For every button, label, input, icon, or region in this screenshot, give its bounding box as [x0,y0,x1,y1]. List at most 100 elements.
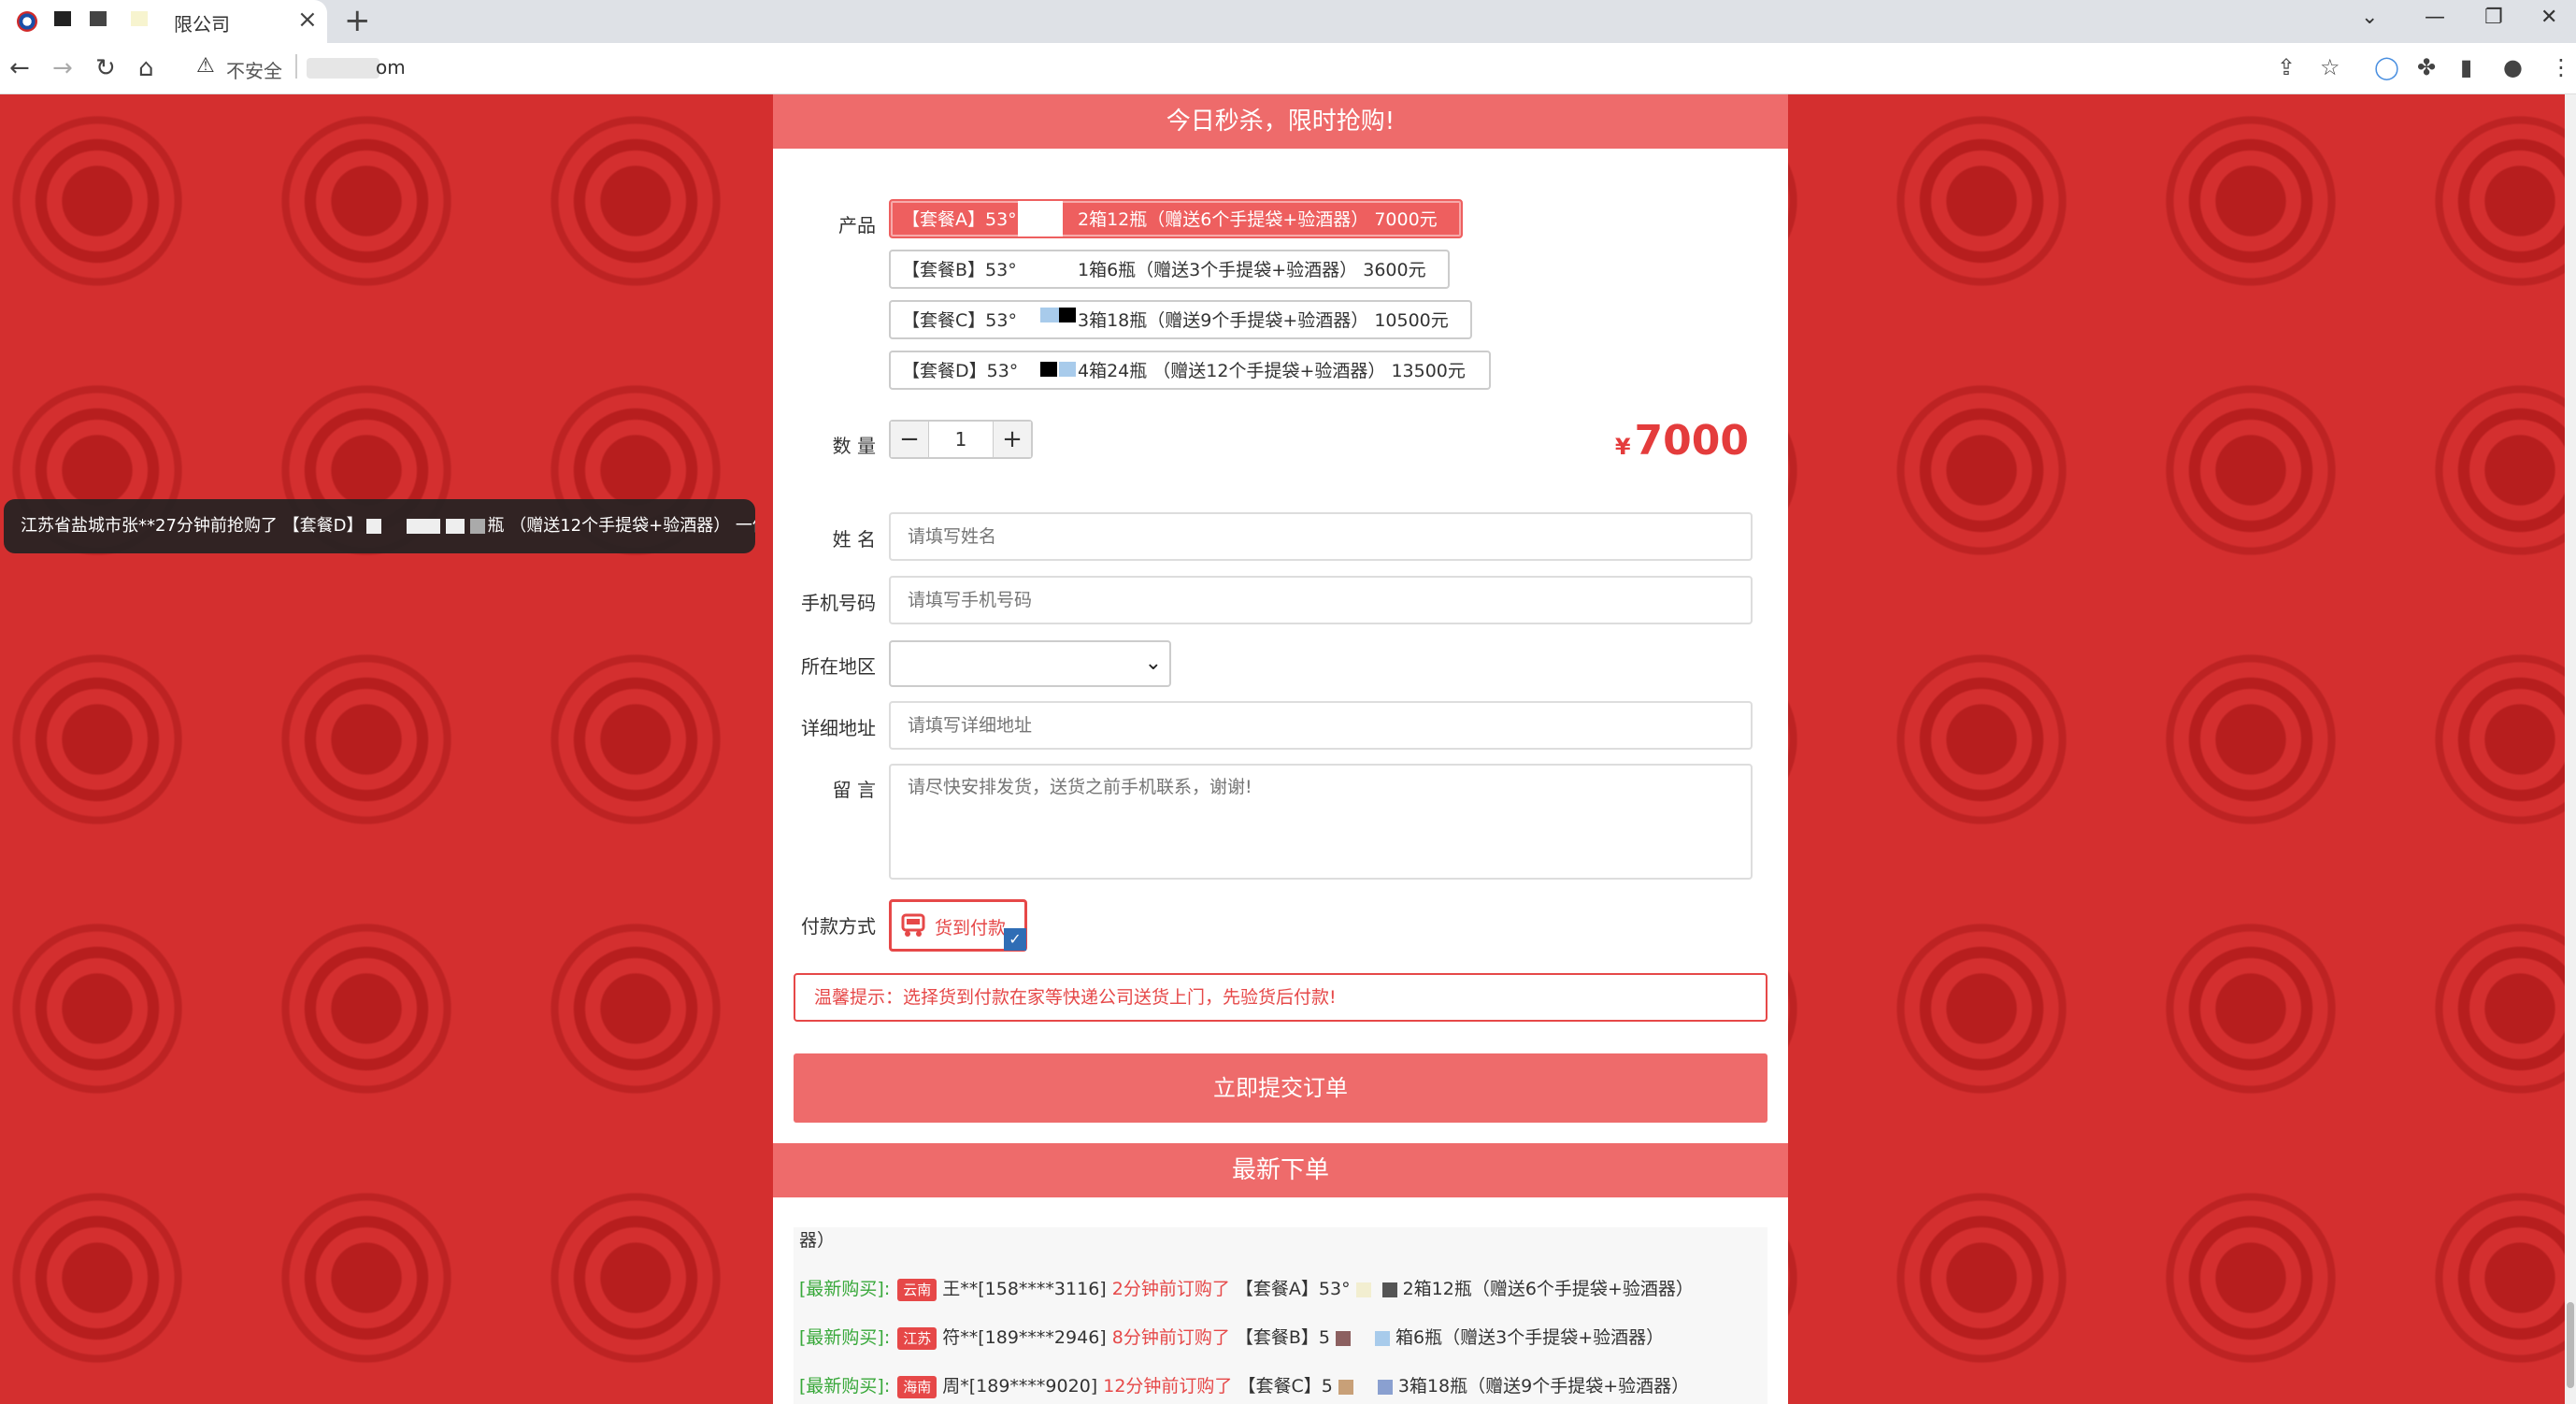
message-label: 留 言 [832,779,876,801]
phone-label: 手机号码 [801,592,876,614]
order-package-tail: 2箱12瓶（赠送6个手提袋+验酒器） [1402,1279,1694,1299]
scrollbar-thumb[interactable] [2567,1302,2574,1388]
quantity-stepper: − 1 + [889,420,1033,459]
menu-kebab-icon[interactable]: ⋮ [2550,54,2572,80]
province-badge: 云南 [897,1279,937,1301]
order-package-head: 【套餐C】5 [1238,1376,1333,1397]
list-item: [最新购买]: 海南 周*[189****9020] 12分钟前订购了 【套餐C】5… [799,1368,1689,1404]
extension-circle-icon[interactable]: ◯ [2374,54,2399,80]
browser-toolbar: ← → ↻ ⌂ ⚠ 不安全 om ⇪ ☆ ◯ ✤ ▮ ● ⋮ [0,43,2576,94]
browser-tab[interactable]: 限公司 × [0,0,327,43]
back-icon[interactable]: ← [9,54,30,82]
minimize-icon[interactable]: — [2425,6,2445,29]
province-badge: 江苏 [897,1327,937,1350]
order-package-tail: 箱6瓶（赠送3个手提袋+验酒器） [1395,1327,1665,1348]
list-item: [最新购买]: 江苏 符**[189****2946] 8分钟前订购了 【套餐B】5… [799,1319,1664,1356]
package-d-tail: 4箱24瓶 （赠送12个手提袋+验酒器） 13500元 [1078,361,1466,381]
redacted-block [365,519,381,534]
tab-close-icon[interactable]: × [297,6,318,34]
chevron-down-icon: ⌄ [1144,652,1162,675]
order-tag: [最新购买]: [799,1279,891,1299]
payment-label: 付款方式 [801,915,876,938]
package-b-tail: 1箱6瓶（赠送3个手提袋+验酒器） 3600元 [1078,260,1426,280]
redacted-block [1059,362,1076,377]
home-icon[interactable]: ⌂ [138,54,154,82]
address-input[interactable] [889,701,1753,750]
quantity-increase-button[interactable]: + [993,422,1031,457]
order-user: 王**[158****3116] [942,1279,1107,1299]
address-bar[interactable]: ⚠ 不安全 om [183,50,2240,86]
name-input[interactable] [889,512,1753,561]
order-tag: [最新购买]: [799,1376,891,1397]
redacted-block [469,519,485,534]
redacted-block [1018,201,1063,236]
total-price: ¥7000 [1615,417,1749,465]
redacted-block [1355,1282,1371,1297]
order-package-head: 【套餐B】5 [1235,1327,1331,1348]
order-time: 2分钟前订购了 [1111,1279,1230,1299]
list-item: [最新购买]: 云南 王**[158****3116] 2分钟前订购了 【套餐A】5… [799,1270,1694,1308]
package-option-b[interactable]: 【套餐B】53° 1箱6瓶（赠送3个手提袋+验酒器） 3600元 [889,250,1450,289]
redacted-block [54,11,71,26]
package-a-tail: 2箱12瓶（赠送6个手提袋+验酒器） 7000元 [1078,209,1438,230]
address-label: 详细地址 [801,717,876,739]
insecure-label[interactable]: 不安全 [226,56,282,83]
order-tag: [最新购买]: [799,1327,891,1348]
redacted-block [1336,1330,1352,1346]
package-c-head: 【套餐C】53° [902,310,1017,331]
share-icon[interactable]: ⇪ [2277,54,2296,80]
window-close-icon[interactable]: ✕ [2540,6,2557,29]
quantity-label: 数 量 [832,435,876,457]
payment-cod-option[interactable]: 货到付款 ✓ [889,899,1027,952]
message-textarea[interactable] [889,764,1753,880]
order-time: 8分钟前订购了 [1111,1327,1230,1348]
toast-tail: 瓶 （赠送12个手提袋+验酒器） 一件 [487,516,756,536]
payment-cod-label: 货到付款 [935,918,1007,938]
restore-icon[interactable]: ❐ [2484,6,2503,29]
redacted-block [1040,362,1057,377]
truck-icon [901,913,925,937]
package-d-head: 【套餐D】53° [902,361,1019,381]
redacted-block [1040,308,1059,322]
redacted-block [1338,1379,1353,1395]
redacted-url [307,58,379,79]
forward-icon[interactable]: → [52,54,73,82]
redacted-block [90,11,107,26]
bookmark-star-icon[interactable]: ☆ [2320,54,2340,80]
package-a-head: 【套餐A】53° [902,209,1017,230]
redacted-block [1375,1330,1391,1346]
order-time: 12分钟前订购了 [1103,1376,1233,1397]
payment-tip: 温馨提示：选择货到付款在家等快递公司送货上门，先验货后付款! [794,973,1767,1022]
latest-orders-list: 器） [最新购买]: 云南 王**[158****3116] 2分钟前订购了 【套餐… [794,1227,1767,1404]
checkmark-icon: ✓ [1004,928,1026,951]
profile-avatar-icon[interactable]: ● [2503,54,2523,80]
redacted-block [445,519,465,534]
package-c-tail: 3箱18瓶（赠送9个手提袋+验酒器） 10500元 [1078,310,1449,331]
reload-icon[interactable]: ↻ [95,54,116,82]
redacted-block [1381,1282,1397,1297]
recent-purchase-toast: 江苏省盐城市张**27分钟前抢购了 【套餐D】 瓶 （赠送12个手提袋+验酒器） … [4,499,755,553]
quantity-decrease-button[interactable]: − [891,422,929,457]
quantity-value[interactable]: 1 [928,422,994,457]
extensions-puzzle-icon[interactable]: ✤ [2417,54,2436,80]
package-option-a[interactable]: 【套餐A】53° 2箱12瓶（赠送6个手提袋+验酒器） 7000元 [889,199,1463,238]
package-option-c[interactable]: 【套餐C】53° 3箱18瓶（赠送9个手提袋+验酒器） 10500元 [889,300,1472,339]
page-scrollbar[interactable] [2565,94,2576,1404]
new-tab-icon[interactable]: + [344,2,371,39]
package-b-head: 【套餐B】53° [902,260,1017,280]
tab-search-chevron-icon[interactable]: ⌄ [2361,6,2378,29]
order-package-head: 【套餐A】53° [1235,1279,1351,1299]
warning-icon[interactable]: ⚠ [196,54,215,78]
price-value: 7000 [1634,417,1749,465]
redacted-block [1377,1379,1393,1395]
list-item: 器） [799,1230,836,1251]
name-label: 姓 名 [832,528,876,551]
order-form-column: 今日秒杀，限时抢购! 产品 【套餐A】53° 2箱12瓶（赠送6个手提袋+验酒器）… [773,94,1788,1404]
side-panel-icon[interactable]: ▮ [2460,54,2472,80]
package-option-d[interactable]: 【套餐D】53° 4箱24瓶 （赠送12个手提袋+验酒器） 13500元 [889,351,1491,390]
submit-order-button[interactable]: 立即提交订单 [794,1053,1767,1123]
phone-input[interactable] [889,576,1753,624]
url-text[interactable]: om [376,56,406,79]
region-select[interactable]: ⌄ [889,640,1171,687]
toast-head: 江苏省盐城市张**27分钟前抢购了 【套餐D】 [21,516,364,536]
